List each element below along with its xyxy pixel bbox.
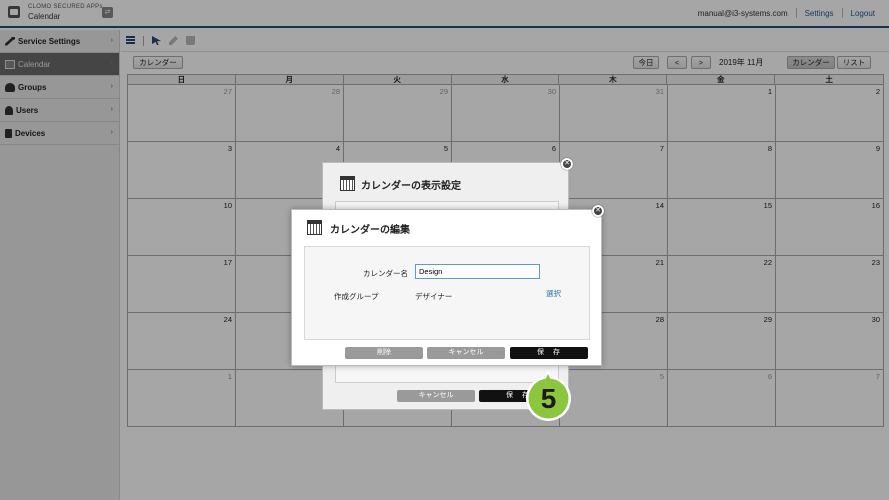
- save-button[interactable]: 保 存: [510, 347, 588, 359]
- group-label: 作成グループ: [334, 292, 379, 301]
- dialog-title: カレンダーの編集: [330, 225, 410, 236]
- step-marker-badge: 5: [526, 370, 571, 421]
- close-icon[interactable]: ✕: [592, 205, 604, 217]
- calendar-icon: [307, 220, 322, 235]
- delete-button[interactable]: 削除: [345, 347, 423, 359]
- dialog-title: カレンダーの表示設定: [361, 181, 461, 192]
- cancel-button[interactable]: キャンセル: [427, 347, 505, 359]
- step-number: 5: [541, 383, 557, 414]
- cancel-button[interactable]: キャンセル: [397, 390, 475, 402]
- calendar-icon: [340, 176, 355, 191]
- edit-calendar-dialog: カレンダーの編集 カレンダー名 作成グループ デザイナー 選択 削除 キャンセル…: [291, 209, 602, 366]
- calendar-name-input[interactable]: [415, 264, 540, 279]
- group-value: デザイナー: [415, 292, 453, 301]
- edit-form-panel: カレンダー名 作成グループ デザイナー 選択: [304, 246, 590, 340]
- calendar-name-label: カレンダー名: [363, 269, 408, 278]
- close-icon[interactable]: ✕: [561, 158, 573, 170]
- select-group-link[interactable]: 選択: [546, 288, 561, 299]
